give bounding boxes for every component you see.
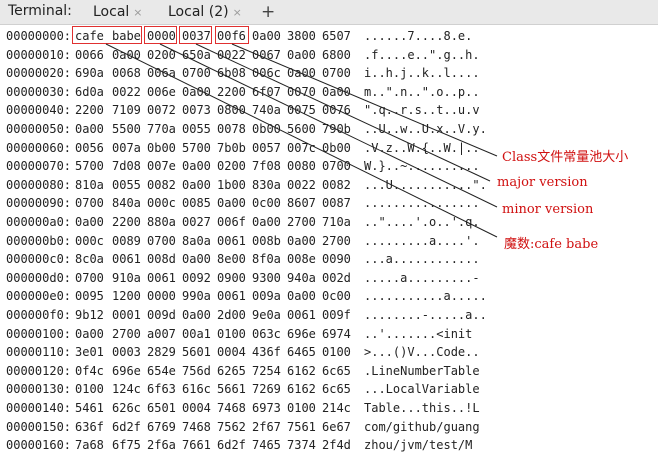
tab-local[interactable]: Local × — [93, 0, 143, 24]
new-tab-button[interactable]: + — [261, 0, 275, 24]
hex-word: 7661 — [182, 438, 211, 453]
tab-label: Local — [93, 4, 130, 20]
close-icon[interactable]: × — [233, 1, 242, 25]
terminal-tabbar: Terminal: Local × Local (2) × + — [0, 0, 658, 25]
hex-word: 7a68 — [75, 438, 104, 453]
hex-word: 2f6a — [147, 438, 176, 453]
hex-word: 6d2f — [217, 438, 246, 453]
hex-word: 7374 — [287, 438, 316, 453]
tab-label: Local (2) — [168, 4, 229, 20]
tab-local-2[interactable]: Local (2) × — [168, 0, 242, 24]
annotation-magic-number: 魔数:cafe babe — [504, 237, 599, 252]
annotation-minor-version: minor version — [502, 202, 594, 217]
hex-word: 6f75 — [112, 438, 141, 453]
minor-version-box — [144, 26, 177, 44]
annotation-major-version: major version — [497, 175, 588, 190]
major-version-box — [179, 26, 212, 44]
terminal-title: Terminal: — [8, 3, 72, 19]
ascii-column: zhou/jvm/test/M — [364, 438, 473, 453]
hex-word: 7465 — [252, 438, 281, 453]
constant-pool-count-box — [215, 26, 249, 44]
annotation-constant-pool-size: Class文件常量池大小 — [502, 150, 629, 165]
hex-address: 00000160: — [6, 438, 72, 453]
magic-number-box — [72, 26, 142, 44]
close-icon[interactable]: × — [133, 1, 142, 25]
hex-word: 2f4d — [322, 438, 351, 453]
